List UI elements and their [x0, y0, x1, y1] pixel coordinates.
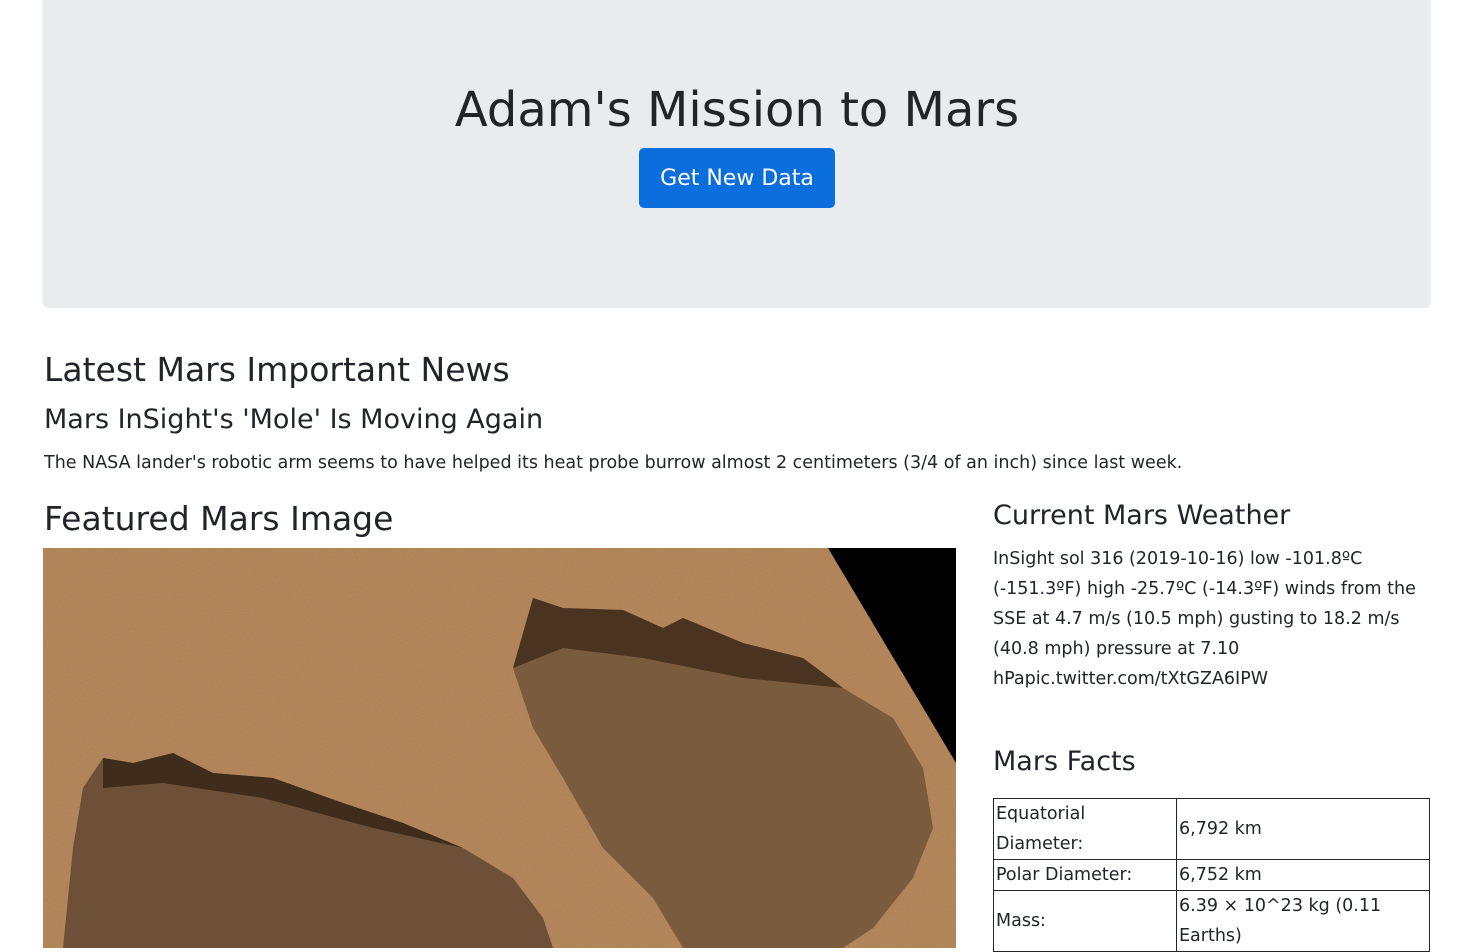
page-title: Adam's Mission to Mars — [454, 82, 1020, 138]
facts-heading: Mars Facts — [993, 746, 1136, 777]
get-new-data-button[interactable]: Get New Data — [639, 148, 835, 208]
table-row: Mass: 6.39 × 10^23 kg (0.11 Earths) — [993, 890, 1430, 952]
news-paragraph: The NASA lander's robotic arm seems to h… — [44, 453, 1183, 473]
featured-image-heading: Featured Mars Image — [44, 499, 394, 538]
fact-value: 6,752 km — [1176, 859, 1430, 891]
weather-text: InSight sol 316 (2019-10-16) low -101.8º… — [993, 549, 1416, 689]
fact-value: 6,792 km — [1176, 798, 1430, 860]
featured-mars-image — [43, 548, 956, 948]
news-section-heading: Latest Mars Important News — [44, 350, 510, 389]
table-row: Equatorial Diameter: 6,792 km — [993, 798, 1430, 860]
facts-table: Equatorial Diameter: 6,792 km Polar Diam… — [993, 798, 1430, 952]
fact-value: 6.39 × 10^23 kg (0.11 Earths) — [1176, 890, 1430, 952]
table-row: Polar Diameter: 6,752 km — [993, 859, 1430, 891]
news-title: Mars InSight's 'Mole' Is Moving Again — [44, 404, 544, 435]
jumbotron: Adam's Mission to Mars Get New Data — [43, 0, 1431, 308]
fact-label: Mass: — [993, 890, 1177, 952]
fact-label: Polar Diameter: — [993, 859, 1177, 891]
fact-label: Equatorial Diameter: — [993, 798, 1177, 860]
weather-heading: Current Mars Weather — [993, 500, 1291, 531]
